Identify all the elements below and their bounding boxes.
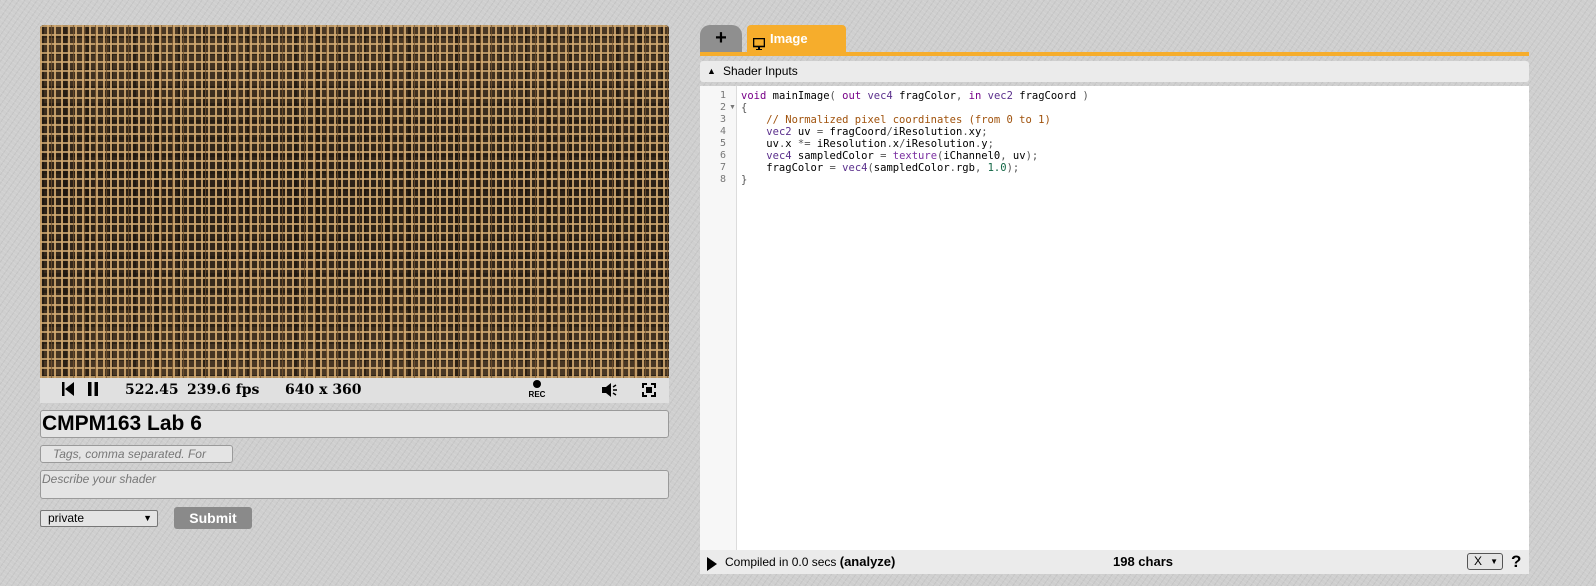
line-number: 6 [719,150,726,161]
volume-icon[interactable] [602,382,620,402]
dropdown-arrow-icon: ▼ [1490,557,1498,566]
shader-inputs-label: Shader Inputs [723,64,798,78]
add-tab-button[interactable]: + [700,25,742,52]
privacy-selected-value: private [48,511,85,525]
code-line: fragColor = vec4(sampledColor.rgb, 1.0); [741,162,1020,174]
code-line: { [741,102,748,114]
compile-play-icon[interactable] [707,555,717,579]
shader-canvas[interactable] [40,25,669,378]
description-input[interactable] [40,470,669,499]
compiled-text: Compiled in 0.0 secs [725,555,837,569]
fps-readout: 239.6 fps [187,382,260,398]
analyze-link[interactable]: (analyze) [840,554,896,569]
line-number: 1 [719,90,726,101]
code-line: uv.x *= iResolution.x/iResolution.y; [741,138,994,150]
x-selector[interactable]: X ▼ [1467,553,1503,570]
shader-inputs-toggle[interactable]: ▲ Shader Inputs [700,61,1529,82]
code-line: vec2 uv = fragCoord/iResolution.xy; [766,126,988,138]
collapse-triangle-icon: ▲ [707,66,716,76]
line-number: 8 [719,174,726,185]
submit-button[interactable]: Submit [174,507,252,529]
rewind-icon[interactable] [62,382,74,400]
line-number-gutter: 1 2 ▼ 3 4 5 6 7 8 [700,86,737,550]
fullscreen-icon[interactable] [642,383,656,401]
line-number: 7 [719,162,726,173]
record-icon [533,380,541,388]
tags-input[interactable] [40,445,233,463]
line-number: 2 [719,102,726,113]
line-number: 5 [719,138,726,149]
dropdown-arrow-icon: ▼ [143,513,152,523]
help-button[interactable]: ? [1511,550,1521,574]
line-number: 4 [719,126,726,137]
privacy-select[interactable]: private ▼ [40,510,158,527]
time-readout: 522.45 [125,382,179,398]
code-line: // Normalized pixel coordinates (from 0 … [766,114,1051,126]
record-button[interactable]: REC [527,380,547,399]
code-editor[interactable]: 1 2 ▼ 3 4 5 6 7 8 void mainImage( out ve… [700,86,1529,550]
compile-status: Compiled in 0.0 secs (analyze) [725,550,895,574]
char-count: 198 chars [1113,554,1173,569]
code-line: void mainImage( out vec4 fragColor, in v… [741,90,1089,102]
x-selector-value: X [1474,554,1483,568]
line-number: 3 [719,114,726,125]
resolution-readout: 640 x 360 [285,382,362,398]
code-line: } [741,174,748,186]
shader-title-input[interactable] [40,410,669,438]
record-label: REC [528,390,546,399]
pause-icon[interactable] [88,382,98,400]
status-bar: Compiled in 0.0 secs (analyze) 198 chars… [700,550,1529,574]
tab-underline [700,52,1529,56]
fold-arrow-icon[interactable]: ▼ [729,102,736,114]
shader-player: 522.45 239.6 fps 640 x 360 REC [40,25,669,403]
tab-image[interactable]: Image [747,25,846,52]
player-controls-bar: 522.45 239.6 fps 640 x 360 REC [40,378,669,403]
tab-image-label: Image [770,31,808,46]
code-line: vec4 sampledColor = texture(iChannel0, u… [766,150,1039,162]
